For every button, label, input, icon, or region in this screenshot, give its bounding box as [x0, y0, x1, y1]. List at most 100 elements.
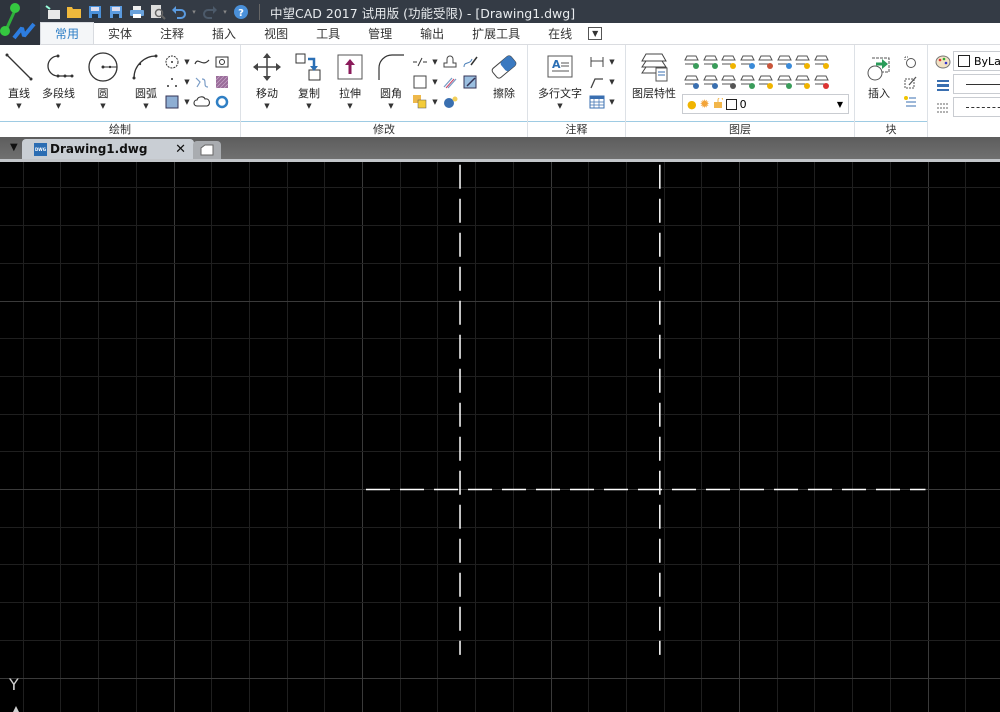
- layer-unlock-icon[interactable]: [776, 53, 794, 71]
- array-icon[interactable]: [411, 93, 429, 111]
- ribbon-minimize-icon[interactable]: ▼: [588, 27, 603, 40]
- table-icon[interactable]: [588, 93, 606, 111]
- leader-icon[interactable]: [588, 73, 606, 91]
- print-icon[interactable]: [128, 3, 145, 20]
- layer-off-icon[interactable]: [720, 53, 738, 71]
- tab-home[interactable]: 常用: [40, 22, 95, 44]
- edit-block-icon[interactable]: [901, 73, 919, 91]
- open-icon[interactable]: [65, 3, 82, 20]
- edit-pline-icon[interactable]: [461, 53, 479, 71]
- chevron-down-icon[interactable]: ▼: [183, 53, 191, 71]
- model-space[interactable]: Y: [0, 162, 1000, 712]
- chevron-down-icon[interactable]: ▼: [183, 73, 191, 91]
- chevron-down-icon[interactable]: ▼: [608, 93, 616, 111]
- document-tab[interactable]: DWG Drawing1.dwg ✕: [22, 139, 194, 159]
- undo-icon[interactable]: [170, 3, 187, 20]
- redo-icon[interactable]: [201, 3, 218, 20]
- linetype-icon[interactable]: [934, 99, 952, 117]
- tab-solid[interactable]: 实体: [94, 22, 146, 44]
- help-icon[interactable]: ?: [232, 3, 249, 20]
- tab-output[interactable]: 输出: [406, 22, 458, 44]
- close-icon[interactable]: ✕: [175, 142, 186, 157]
- ellipse-icon[interactable]: [163, 53, 181, 71]
- revcloud-icon[interactable]: [193, 73, 211, 91]
- layer-translate-icon[interactable]: [776, 73, 794, 91]
- save-icon[interactable]: [86, 3, 103, 20]
- linear-dimension-icon[interactable]: [588, 53, 606, 71]
- arc-button[interactable]: 圆弧 ▼: [130, 51, 162, 110]
- line-button[interactable]: 直线 ▼: [3, 51, 35, 110]
- chevron-down-icon[interactable]: ▼: [431, 93, 439, 111]
- layer-delete-prop-icon[interactable]: [794, 73, 812, 91]
- layer-delete-icon[interactable]: [813, 73, 831, 91]
- layer-freeze-icon[interactable]: [739, 53, 757, 71]
- tab-manage[interactable]: 管理: [354, 22, 406, 44]
- layer-dropdown[interactable]: ● ✹ 0 ▼: [682, 94, 849, 114]
- chevron-down-icon[interactable]: ▼: [183, 93, 191, 111]
- copy-button[interactable]: 复制 ▼: [293, 51, 325, 110]
- layer-unisolate-icon[interactable]: [813, 53, 831, 71]
- layer-properties-button[interactable]: 图层特性: [632, 51, 676, 101]
- document-tab-label: Drawing1.dwg: [50, 142, 148, 156]
- layer-lock-icon[interactable]: [757, 53, 775, 71]
- drawing-canvas[interactable]: Y: [0, 162, 1000, 712]
- tab-view[interactable]: 视图: [250, 22, 302, 44]
- tab-annotate[interactable]: 注释: [146, 22, 198, 44]
- new-tab-button[interactable]: [193, 141, 221, 159]
- erase-button[interactable]: 擦除: [488, 51, 520, 101]
- color-palette-icon[interactable]: [934, 53, 952, 71]
- spline-icon[interactable]: [193, 53, 211, 71]
- layer-current-icon[interactable]: [739, 73, 757, 91]
- save-as-icon[interactable]: [107, 3, 124, 20]
- layer-merge-icon[interactable]: [757, 73, 775, 91]
- chevron-down-icon[interactable]: ▼: [431, 53, 439, 71]
- hatch-icon[interactable]: [213, 73, 231, 91]
- redo-dropdown-icon[interactable]: ▾: [222, 8, 228, 16]
- trim-icon[interactable]: [411, 53, 429, 71]
- circle-button[interactable]: 圆 ▼: [87, 51, 119, 110]
- lineweight-dropdown[interactable]: [953, 74, 1000, 94]
- move-button[interactable]: 移动 ▼: [251, 51, 283, 110]
- chevron-down-icon: ▼: [143, 102, 149, 110]
- tab-tools[interactable]: 工具: [302, 22, 354, 44]
- point-icon[interactable]: [163, 73, 181, 91]
- stretch-button[interactable]: 拉伸 ▼: [334, 51, 366, 110]
- layer-previous-icon[interactable]: [683, 53, 701, 71]
- color-dropdown[interactable]: ByLa: [953, 51, 1000, 71]
- layer-isolate-icon[interactable]: [794, 53, 812, 71]
- wipeout-icon[interactable]: [213, 53, 231, 71]
- rectangle-icon[interactable]: [163, 93, 181, 111]
- insert-block-button[interactable]: 插入: [863, 51, 895, 101]
- chevron-down-icon[interactable]: ▼: [431, 73, 439, 91]
- mtext-button[interactable]: A 多行文字 ▼: [538, 51, 582, 110]
- fillet-button[interactable]: 圆角 ▼: [375, 51, 407, 110]
- tab-insert[interactable]: 插入: [198, 22, 250, 44]
- zwcad-logo-icon[interactable]: [0, 0, 40, 45]
- tab-extensions[interactable]: 扩展工具: [458, 22, 534, 44]
- chevron-down-icon[interactable]: ▼: [608, 53, 616, 71]
- cloud-icon[interactable]: [193, 93, 211, 111]
- offset-icon[interactable]: [441, 73, 459, 91]
- explode-icon[interactable]: [461, 73, 479, 91]
- undo-dropdown-icon[interactable]: ▾: [191, 8, 197, 16]
- layer-match-icon[interactable]: [683, 73, 701, 91]
- linetype-dropdown[interactable]: [953, 97, 1000, 117]
- tab-list-dropdown-icon[interactable]: ▼: [10, 142, 18, 153]
- layer-next-icon[interactable]: [702, 53, 720, 71]
- new-icon[interactable]: [44, 3, 61, 20]
- tab-online[interactable]: 在线: [534, 22, 586, 44]
- stamp-icon[interactable]: [441, 53, 459, 71]
- layer-walk-icon[interactable]: [720, 73, 738, 91]
- rectangle-outline-icon[interactable]: [411, 73, 429, 91]
- chevron-down-icon[interactable]: ▼: [608, 73, 616, 91]
- lineweight-icon[interactable]: [934, 76, 952, 94]
- create-block-icon[interactable]: [901, 53, 919, 71]
- donut-icon[interactable]: [213, 93, 231, 111]
- print-preview-icon[interactable]: [149, 3, 166, 20]
- join-icon[interactable]: [441, 93, 459, 111]
- modify-panel: 移动 ▼ 复制 ▼ 拉伸 ▼ 圆角 ▼ ▼ ▼ ▼ 擦除 修改: [241, 45, 528, 137]
- polyline-button[interactable]: 多段线 ▼: [42, 51, 75, 110]
- layer-change-icon[interactable]: [702, 73, 720, 91]
- attribute-icon[interactable]: [901, 93, 919, 111]
- draw-panel: 直线 ▼ 多段线 ▼ 圆 ▼ 圆弧 ▼ ▼ ▼ ▼ 绘制: [0, 45, 241, 137]
